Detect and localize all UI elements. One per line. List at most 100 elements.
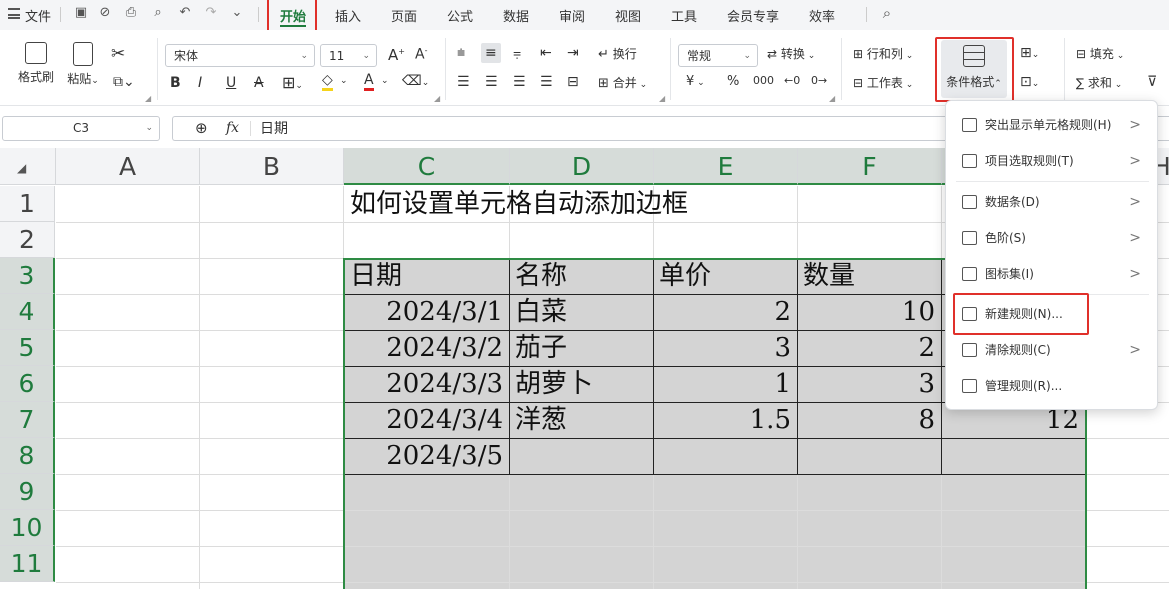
- row-header-11[interactable]: 11: [0, 546, 55, 582]
- menu-item-manage-rules[interactable]: 管理规则(R)...: [946, 372, 1159, 400]
- increase-font-icon[interactable]: A+: [388, 46, 405, 64]
- dialog-launcher-icon[interactable]: ◢: [145, 94, 151, 103]
- share-icon[interactable]: ⊘: [97, 5, 113, 21]
- column-header-a[interactable]: A: [56, 148, 200, 185]
- table-cell[interactable]: [797, 438, 941, 474]
- column-header-b[interactable]: B: [200, 148, 344, 185]
- row-header-4[interactable]: 4: [0, 294, 55, 330]
- dialog-launcher-icon[interactable]: ◢: [659, 94, 665, 103]
- menu-item-new-rule[interactable]: 新建规则(N)...: [946, 300, 1159, 328]
- align-right-icon[interactable]: ☰: [513, 74, 526, 90]
- table-cell[interactable]: 茄子: [509, 330, 653, 366]
- formula-value[interactable]: 日期: [260, 118, 288, 138]
- align-left-icon[interactable]: ☰: [457, 74, 470, 90]
- sheet-title-cell[interactable]: 如何设置单元格自动添加边框: [344, 186, 804, 222]
- row-header-1[interactable]: 1: [0, 186, 55, 222]
- menu-item-data-bars[interactable]: 数据条(D) >: [946, 188, 1159, 216]
- table-cell[interactable]: 1: [653, 366, 797, 402]
- row-header-5[interactable]: 5: [0, 330, 55, 366]
- distribute-icon[interactable]: ⊟: [567, 74, 579, 90]
- table-cell[interactable]: 8: [797, 402, 941, 438]
- align-bottom-icon[interactable]: ⩦: [513, 45, 521, 61]
- row-header-9[interactable]: 9: [0, 474, 55, 510]
- search-icon[interactable]: ⌕: [879, 5, 895, 21]
- tab-insert[interactable]: 插入: [335, 6, 361, 25]
- tab-home[interactable]: 开始: [280, 6, 306, 25]
- decimal-increase-icon[interactable]: ←0: [784, 74, 800, 87]
- align-top-icon[interactable]: ⩧: [457, 45, 465, 61]
- align-middle-icon[interactable]: ≡: [481, 43, 501, 63]
- eraser-icon[interactable]: ⌫⌄: [402, 73, 429, 89]
- sum-button[interactable]: ∑ 求和 ⌄: [1076, 74, 1122, 91]
- chevron-down-icon[interactable]: ⌄: [381, 76, 389, 86]
- justify-icon[interactable]: ☰: [540, 74, 553, 90]
- chevron-down-icon[interactable]: ⌄: [229, 5, 245, 21]
- undo-icon[interactable]: ↶: [177, 5, 193, 21]
- fill-button[interactable]: ⊟ 填充 ⌄: [1076, 45, 1124, 62]
- menu-item-clear-rules[interactable]: 清除规则(C) >: [946, 336, 1159, 364]
- convert-button[interactable]: ⇄ 转换 ⌄: [767, 45, 815, 62]
- bold-icon[interactable]: B: [170, 75, 181, 91]
- merge-button[interactable]: ⊞ 合并 ⌄: [598, 74, 647, 91]
- paste-button[interactable]: 粘贴⌄: [64, 42, 102, 87]
- table-cell[interactable]: 胡萝卜: [509, 366, 653, 402]
- chevron-down-icon[interactable]: ⌄: [340, 76, 348, 86]
- dialog-launcher-icon[interactable]: ◢: [829, 94, 835, 103]
- menu-item-top-bottom-rules[interactable]: 项目选取规则(T) >: [946, 147, 1159, 175]
- table-cell[interactable]: 3: [653, 330, 797, 366]
- tab-member[interactable]: 会员专享: [727, 6, 779, 25]
- table-format-icon[interactable]: ⊡⌄: [1020, 74, 1039, 90]
- cond-format-button[interactable]: 条件格式⌃: [941, 40, 1007, 98]
- cut-icon[interactable]: ✂: [111, 44, 125, 64]
- align-center-icon[interactable]: ☰: [485, 74, 498, 90]
- tab-formula[interactable]: 公式: [447, 6, 473, 25]
- cell-style-icon[interactable]: ⊞⌄: [1020, 45, 1039, 61]
- menu-item-color-scales[interactable]: 色阶(S) >: [946, 224, 1159, 252]
- table-cell[interactable]: 3: [797, 366, 941, 402]
- thousands-button[interactable]: 000: [753, 74, 774, 87]
- font-name-select[interactable]: 宋体 ⌄: [165, 44, 315, 67]
- table-cell[interactable]: 2024/3/1: [344, 294, 509, 330]
- table-cell[interactable]: 2024/3/3: [344, 366, 509, 402]
- row-header-2[interactable]: 2: [0, 222, 55, 258]
- redo-icon[interactable]: ↷: [203, 5, 219, 21]
- table-header-cell[interactable]: 单价: [653, 258, 797, 294]
- row-header-10[interactable]: 10: [0, 510, 55, 546]
- decimal-decrease-icon[interactable]: 0→: [811, 74, 827, 87]
- fx-icon[interactable]: fx: [226, 120, 239, 136]
- indent-decrease-icon[interactable]: ⇤: [540, 45, 552, 61]
- table-cell[interactable]: 2024/3/2: [344, 330, 509, 366]
- strikethrough-icon[interactable]: A: [254, 75, 264, 91]
- tab-review[interactable]: 审阅: [559, 6, 585, 25]
- table-cell[interactable]: 2024/3/4: [344, 402, 509, 438]
- tab-view[interactable]: 视图: [615, 6, 641, 25]
- table-cell[interactable]: 洋葱: [509, 402, 653, 438]
- row-header-6[interactable]: 6: [0, 366, 55, 402]
- print-icon[interactable]: ⎙: [123, 5, 139, 21]
- row-col-button[interactable]: ⊞ 行和列 ⌄: [853, 45, 913, 62]
- table-header-cell[interactable]: 日期: [344, 258, 488, 294]
- menu-item-icon-sets[interactable]: 图标集(I) >: [946, 260, 1159, 288]
- dialog-launcher-icon[interactable]: ◢: [434, 94, 440, 103]
- table-header-cell[interactable]: 数量: [797, 258, 941, 294]
- hamburger-icon[interactable]: [8, 8, 20, 19]
- tab-page[interactable]: 页面: [391, 6, 417, 25]
- italic-icon[interactable]: I: [198, 75, 202, 91]
- table-cell[interactable]: [509, 438, 653, 474]
- indent-increase-icon[interactable]: ⇥: [567, 45, 579, 61]
- fill-color-icon[interactable]: ◇: [322, 73, 333, 91]
- font-size-select[interactable]: 11 ⌄: [320, 44, 377, 67]
- percent-button[interactable]: %: [727, 74, 739, 89]
- name-box[interactable]: C3 ⌄: [2, 116, 160, 141]
- tab-data[interactable]: 数据: [503, 6, 529, 25]
- row-header-7[interactable]: 7: [0, 402, 55, 438]
- font-color-icon[interactable]: A: [364, 73, 374, 91]
- worksheet-button[interactable]: ⊟ 工作表 ⌄: [853, 74, 913, 91]
- zoom-icon[interactable]: ⊕: [195, 119, 208, 137]
- table-cell[interactable]: 2: [797, 330, 941, 366]
- underline-icon[interactable]: U: [226, 75, 236, 91]
- save-icon[interactable]: ▣: [73, 5, 89, 21]
- filter-icon[interactable]: ⊽: [1147, 74, 1157, 90]
- table-cell[interactable]: [653, 438, 797, 474]
- column-header-d[interactable]: D: [510, 148, 654, 185]
